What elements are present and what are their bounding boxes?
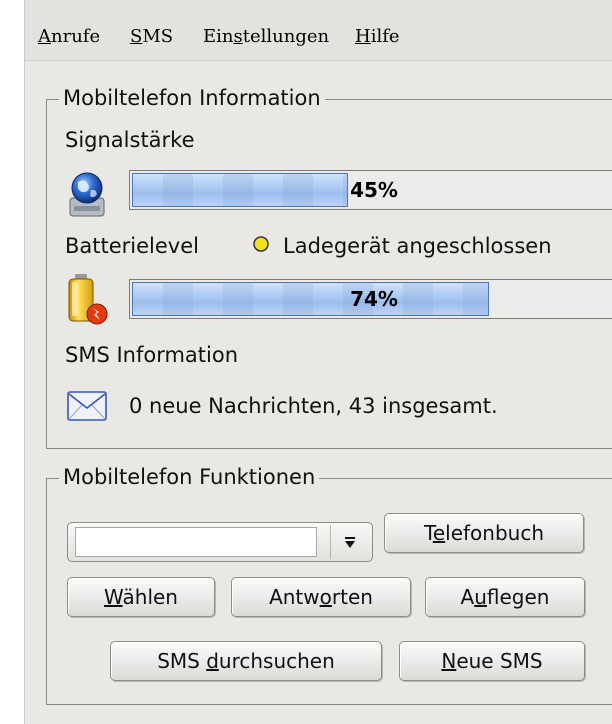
- hangup-button[interactable]: Auflegen: [425, 577, 585, 617]
- number-combobox-input[interactable]: [75, 527, 317, 557]
- charger-led-icon: [252, 235, 270, 253]
- menu-einstellungen[interactable]: Einstellungen: [203, 26, 329, 47]
- info-groupbox: Mobiltelefon Information Signalstärke 45…: [46, 85, 612, 449]
- sms-status-text: 0 neue Nachrichten, 43 insgesamt.: [129, 394, 498, 418]
- functions-group-title: Mobiltelefon Funktionen: [59, 464, 320, 490]
- sms-info-label: SMS Information: [65, 343, 239, 367]
- menu-anrufe[interactable]: Anrufe: [38, 26, 100, 47]
- envelope-icon: [67, 391, 107, 421]
- signal-progress-bar: 45%: [129, 170, 612, 210]
- menu-hilfe[interactable]: Hilfe: [355, 26, 400, 47]
- signal-percent: 45%: [350, 178, 398, 202]
- menubar: Anrufe SMS Einstellungen Hilfe: [25, 0, 612, 61]
- search-sms-button[interactable]: SMS durchsuchen: [110, 641, 382, 681]
- menu-sms[interactable]: SMS: [130, 26, 173, 47]
- network-globe-icon: [65, 168, 109, 220]
- signal-label: Signalstärke: [65, 128, 195, 152]
- answer-button[interactable]: Antworten: [231, 577, 411, 617]
- functions-groupbox: Mobiltelefon Funktionen Telefonbuch Wähl…: [46, 464, 612, 705]
- info-group-title: Mobiltelefon Information: [59, 85, 325, 111]
- combobox-dropdown-icon[interactable]: [330, 525, 369, 559]
- application-window: Anrufe SMS Einstellungen Hilfe Mobiltele…: [24, 0, 612, 724]
- new-sms-button[interactable]: Neue SMS: [399, 641, 585, 681]
- charger-status: Ladegerät angeschlossen: [283, 234, 552, 258]
- battery-charging-icon: [65, 272, 111, 328]
- battery-label: Batterielevel: [65, 234, 199, 258]
- battery-percent: 74%: [350, 287, 398, 311]
- dial-button[interactable]: Wählen: [67, 577, 215, 617]
- phonebook-button[interactable]: Telefonbuch: [384, 513, 584, 553]
- number-combobox[interactable]: [67, 522, 373, 562]
- battery-progress-bar: 74%: [129, 279, 612, 319]
